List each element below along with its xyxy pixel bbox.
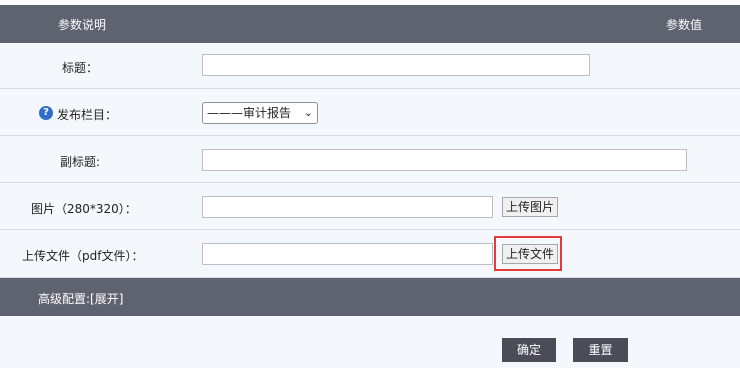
title-label: 标题：	[62, 61, 99, 75]
form-row-subtitle: 副标题:	[0, 136, 740, 183]
help-icon[interactable]: ?	[39, 106, 53, 120]
file-label: 上传文件（pdf文件）：	[22, 249, 144, 263]
subtitle-label: 副标题:	[60, 155, 101, 169]
subtitle-input[interactable]	[202, 149, 687, 171]
category-selected-value: ———审计报告	[207, 106, 292, 120]
param-value-header: 参数值	[665, 18, 702, 32]
file-path-input[interactable]	[202, 243, 493, 265]
title-input[interactable]	[202, 54, 590, 76]
advanced-config-bar: 高级配置:[展开]	[0, 278, 740, 316]
param-description-header: 参数说明	[58, 18, 107, 32]
image-path-input[interactable]	[202, 196, 493, 218]
form-row-image: 图片（280*320）： 上传图片	[0, 183, 740, 230]
upload-image-button[interactable]: 上传图片	[502, 197, 559, 217]
reset-button[interactable]: 重置	[573, 338, 628, 362]
image-label: 图片（280*320）：	[31, 202, 137, 216]
table-header: 参数说明 参数值	[0, 5, 740, 43]
form-row-title: 标题：	[0, 43, 740, 89]
chevron-down-icon: ⌄	[303, 106, 313, 119]
category-label: 发布栏目：	[57, 108, 118, 122]
upload-file-button[interactable]: 上传文件	[502, 244, 559, 264]
form-row-file: 上传文件（pdf文件）： 上传文件	[0, 230, 740, 278]
advanced-config-toggle[interactable]: 高级配置:[展开]	[38, 290, 123, 307]
action-area: 确定 重置	[0, 316, 740, 368]
confirm-button[interactable]: 确定	[502, 338, 556, 362]
category-select[interactable]: ———审计报告 ⌄	[202, 102, 318, 124]
form-row-category: ? 发布栏目： ———审计报告 ⌄	[0, 89, 740, 136]
